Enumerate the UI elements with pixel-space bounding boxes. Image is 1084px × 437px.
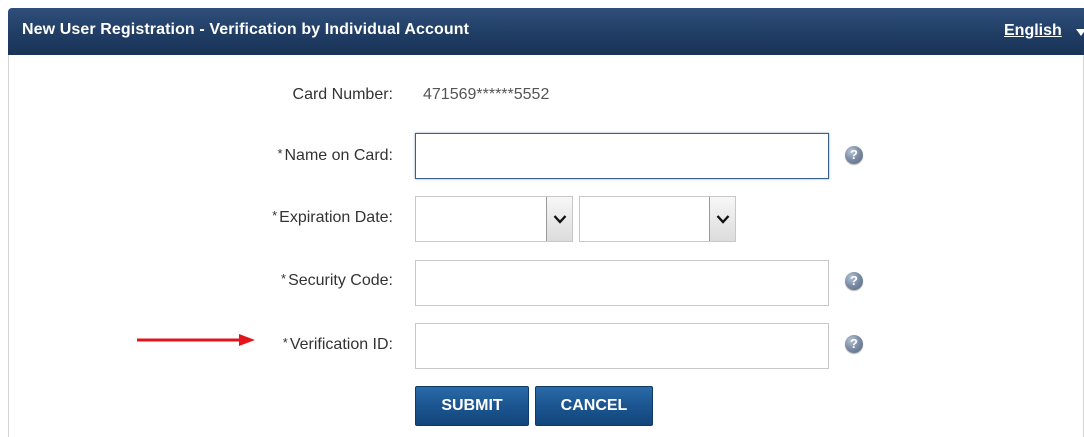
chevron-down-icon [553, 215, 566, 224]
language-selector[interactable]: English [1004, 22, 1062, 40]
name-on-card-input[interactable] [415, 133, 829, 179]
cancel-button[interactable]: CANCEL [535, 386, 653, 426]
required-marker: * [272, 208, 278, 223]
required-marker: * [281, 271, 287, 286]
page-header: New User Registration - Verification by … [8, 8, 1084, 55]
required-marker: * [277, 146, 283, 161]
verification-id-label-text: Verification ID: [289, 336, 393, 353]
chevron-down-icon [716, 215, 729, 224]
expiration-month-select[interactable] [415, 196, 573, 242]
page-title: New User Registration - Verification by … [22, 21, 470, 38]
expiration-year-dropdown-button[interactable] [709, 197, 735, 241]
required-marker: * [282, 335, 288, 350]
expiration-date-label-text: Expiration Date: [279, 209, 393, 226]
registration-page: New User Registration - Verification by … [0, 0, 1084, 437]
security-code-label: * Security Code: [281, 271, 393, 290]
expiration-date-label: * Expiration Date: [272, 208, 393, 227]
name-on-card-label: * Name on Card: [277, 146, 393, 165]
question-mark-icon[interactable]: ? [845, 272, 863, 290]
expiration-year-select[interactable] [579, 196, 736, 242]
name-on-card-label-text: Name on Card: [284, 147, 394, 164]
expiration-month-dropdown-button[interactable] [546, 197, 572, 241]
caret-down-icon[interactable] [1076, 29, 1084, 36]
question-mark-icon[interactable]: ? [845, 146, 863, 164]
security-code-label-text: Security Code: [288, 272, 393, 289]
question-mark-icon[interactable]: ? [845, 335, 863, 353]
red-arrow-icon [137, 334, 255, 346]
verification-id-input[interactable] [415, 323, 829, 369]
card-number-label: Card Number: [292, 86, 393, 103]
form-panel [8, 55, 1084, 437]
submit-button[interactable]: SUBMIT [415, 386, 529, 426]
security-code-input[interactable] [415, 260, 829, 306]
verification-id-label: * Verification ID: [283, 335, 393, 354]
card-number-value: 471569******5552 [423, 86, 550, 103]
